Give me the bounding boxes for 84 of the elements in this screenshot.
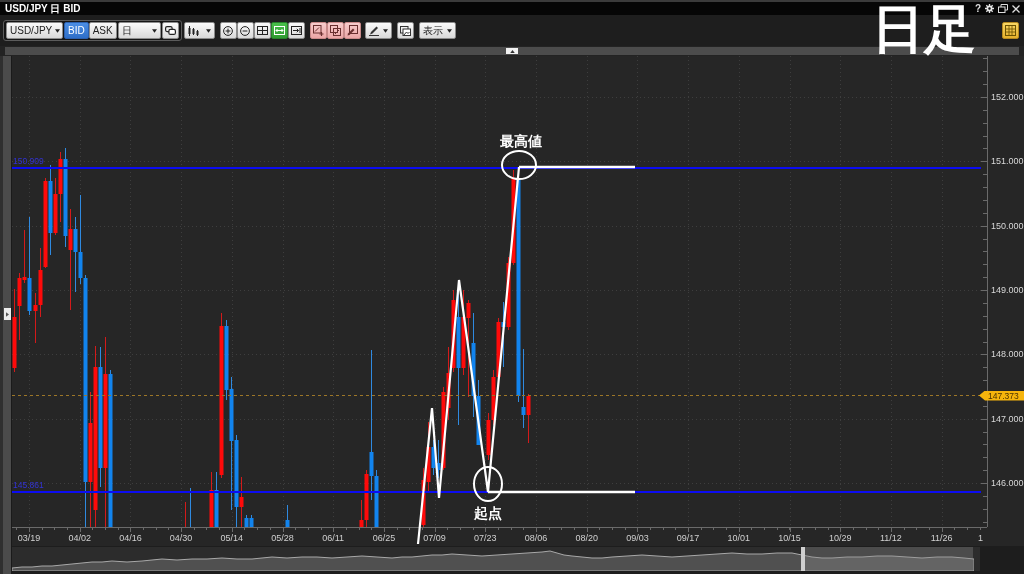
symbol-dropdown[interactable]: USD/JPY xyxy=(6,22,63,39)
caret-icon xyxy=(151,28,157,33)
range-handle[interactable] xyxy=(801,547,805,571)
drawing-tool-button[interactable] xyxy=(343,22,361,39)
square-plus-icon xyxy=(312,25,324,36)
caret-icon xyxy=(55,28,61,33)
split-view-icon xyxy=(256,26,268,35)
pencil-dropdown[interactable] xyxy=(364,22,392,39)
price-axis-label: 152.000 xyxy=(991,92,1024,102)
price-level-label: 145.861 xyxy=(13,480,44,490)
date-axis-label: 09/17 xyxy=(675,533,701,543)
caret-icon xyxy=(382,28,388,33)
collapse-toggle[interactable] xyxy=(506,48,518,54)
candlestick xyxy=(190,487,191,527)
date-axis-label: 10/01 xyxy=(726,533,752,543)
date-axis-label: 05/14 xyxy=(219,533,245,543)
chart-type-dropdown[interactable] xyxy=(183,22,215,39)
start-point-label: 起点 xyxy=(474,505,502,521)
zoom-in-icon xyxy=(223,25,234,36)
zoom-out-icon xyxy=(240,25,251,36)
price-axis-label: 151.000 xyxy=(991,156,1024,167)
price-axis-label: 147.000 xyxy=(991,413,1024,424)
date-axis-label: 03/19 xyxy=(16,533,42,543)
restore-icon[interactable] xyxy=(998,4,1008,13)
date-axis-label: 11/12 xyxy=(878,533,903,543)
date-axis-label: 07/09 xyxy=(422,533,447,543)
settings-icon[interactable] xyxy=(985,4,994,13)
zoom-in-button[interactable] xyxy=(219,22,237,39)
price-axis-label: 150.000 xyxy=(991,220,1024,231)
date-axis-label: 11/26 xyxy=(929,533,954,543)
current-price-tag: 147.373 xyxy=(979,390,1024,401)
price-level-label: 150.909 xyxy=(13,156,44,166)
date-axis-label: 04/16 xyxy=(118,533,143,543)
chart-caption: 日足 xyxy=(872,2,976,56)
caret-icon xyxy=(446,28,452,33)
period-dropdown[interactable]: 日 xyxy=(117,22,161,39)
fit-width-button[interactable] xyxy=(270,22,288,39)
price-side-tab[interactable]: ASK xyxy=(88,22,117,39)
scroll-end-button[interactable] xyxy=(287,22,305,39)
date-axis-label: 1 xyxy=(978,533,983,543)
date-axis-label: 04/02 xyxy=(67,533,92,543)
caret-icon xyxy=(6,311,9,317)
drawing-tool-button[interactable] xyxy=(326,22,344,39)
date-axis-label: 09/03 xyxy=(625,533,650,543)
side-panel-toggle[interactable] xyxy=(4,308,11,320)
zoom-out-button[interactable] xyxy=(236,22,254,39)
window-title: USD/JPY 日 BID xyxy=(5,2,81,15)
date-axis-label: 10/15 xyxy=(777,533,802,543)
view-menu[interactable]: 表示 xyxy=(418,22,456,39)
candlestick-icon xyxy=(187,25,199,36)
date-axis-label: 06/11 xyxy=(321,533,346,543)
price-side-tab[interactable]: BID xyxy=(64,22,89,39)
candlestick xyxy=(285,504,290,527)
price-axis-label: 149.000 xyxy=(991,285,1024,296)
fit-width-icon xyxy=(273,26,285,35)
duplicate-button[interactable] xyxy=(161,22,179,39)
squares-icon xyxy=(329,25,341,36)
date-axis-label: 08/06 xyxy=(523,533,549,543)
grid-button[interactable] xyxy=(1002,22,1019,39)
close-icon[interactable] xyxy=(1012,4,1020,13)
date-axis-label: 10/29 xyxy=(827,533,853,543)
help-button[interactable]: ? xyxy=(974,3,981,14)
pencil-icon xyxy=(368,25,379,36)
date-axis-label: 06/25 xyxy=(371,533,397,543)
image-icon xyxy=(399,25,411,36)
square-pencil-icon xyxy=(346,25,358,36)
circle-marker xyxy=(501,150,537,180)
date-axis-label: 04/30 xyxy=(168,533,194,543)
date-axis-label: 07/23 xyxy=(473,533,498,543)
grid-icon xyxy=(1005,25,1016,36)
candlestick xyxy=(185,501,186,527)
split-view-button[interactable] xyxy=(253,22,271,39)
caret-icon xyxy=(509,49,515,53)
circle-marker xyxy=(473,466,503,502)
date-axis-label: 05/28 xyxy=(270,533,295,543)
duplicate-icon xyxy=(164,26,176,35)
caret-icon xyxy=(205,28,211,33)
scroll-end-icon xyxy=(290,26,302,35)
high-point-label: 最高値 xyxy=(500,133,542,149)
price-axis-label: 148.000 xyxy=(991,349,1024,360)
drawing-tool-button[interactable] xyxy=(309,22,327,39)
snapshot-button[interactable] xyxy=(396,22,414,39)
price-axis-label: 146.000 xyxy=(991,478,1024,489)
date-axis-label: 08/20 xyxy=(574,533,599,543)
